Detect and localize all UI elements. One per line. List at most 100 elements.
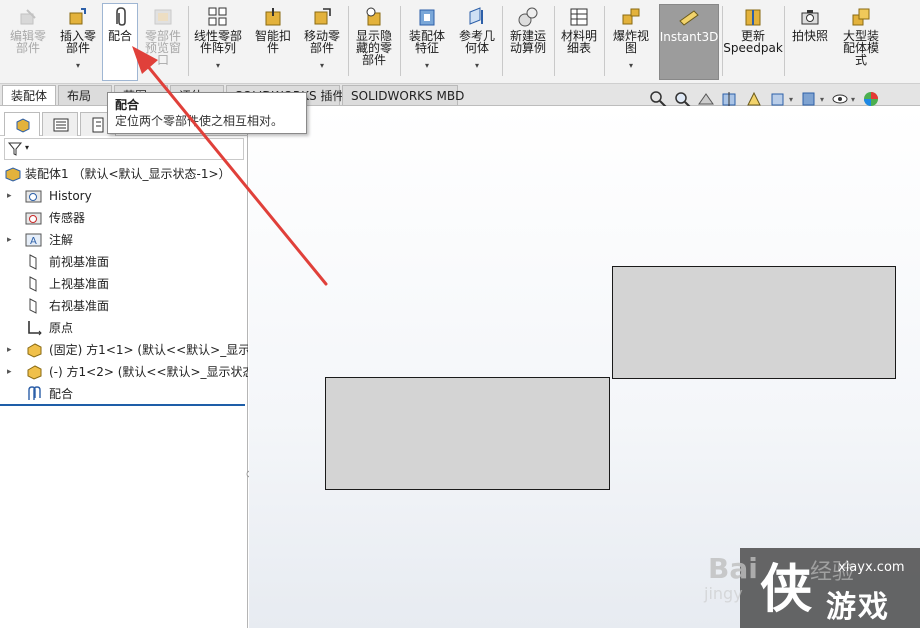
- tab-solidworks-mbd[interactable]: SOLIDWORKS MBD: [342, 85, 464, 105]
- chevron-down-icon[interactable]: ▾: [629, 60, 633, 72]
- move-component-icon: [314, 8, 331, 25]
- motion-study-icon: [518, 7, 538, 27]
- part-block-1[interactable]: [612, 266, 896, 379]
- command-manager-ribbon: 编辑零 部件 插入零 部件 ▾ 配合 零部件 预览窗 口 线性零部 件阵列 ▾ …: [0, 0, 920, 84]
- tree-item-right-plane[interactable]: 右视基准面: [0, 296, 248, 316]
- chevron-down-icon[interactable]: ▾: [475, 60, 479, 72]
- assembly-features-icon: [419, 9, 435, 26]
- show-hidden-icon: [366, 7, 381, 26]
- watermark-baidu-text: Bai: [708, 552, 758, 585]
- watermark-site: xiayx.com: [838, 560, 905, 575]
- propertymanager-icon: [53, 118, 69, 132]
- tree-item-history[interactable]: ▸ History: [0, 186, 248, 206]
- chevron-down-icon[interactable]: ▾: [851, 95, 855, 104]
- tree-item-mates[interactable]: 配合: [0, 384, 248, 404]
- bom-table-icon: [570, 8, 588, 26]
- component-preview-icon: [154, 9, 172, 25]
- instant3d-button[interactable]: Instant3D: [659, 4, 719, 80]
- filter-icon: [7, 142, 23, 156]
- feature-manager-panel: ▾ 装配体1 （默认<默认_显示状态-1>） ▸ History 传感器 ▸ A…: [0, 106, 254, 628]
- insert-components-icon: [69, 8, 86, 25]
- edit-component-icon: [20, 9, 36, 25]
- mate-button[interactable]: 配合: [102, 3, 138, 81]
- exploded-view-icon: [622, 8, 640, 25]
- assembly-icon: [5, 167, 21, 182]
- expand-arrow-icon[interactable]: ▸: [7, 340, 12, 360]
- insert-components-button[interactable]: 插入零 部件 ▾: [54, 4, 102, 80]
- chevron-down-icon[interactable]: ▾: [425, 60, 429, 72]
- tree-item-origin[interactable]: 原点: [0, 318, 248, 338]
- part-icon: [27, 343, 42, 358]
- exploded-view-button[interactable]: 爆炸视 图 ▾: [606, 4, 656, 80]
- ribbon-separator: [400, 6, 401, 76]
- history-folder-icon: [25, 190, 42, 203]
- svg-text:A: A: [30, 236, 37, 247]
- tree-end-rollback-bar[interactable]: [0, 404, 245, 406]
- update-speedpak-button[interactable]: 更新 Speedpak: [723, 4, 783, 80]
- tab-propertymanager[interactable]: [42, 112, 78, 136]
- ribbon-separator: [188, 6, 189, 76]
- feature-filter[interactable]: ▾: [4, 138, 244, 160]
- plane-icon: [29, 254, 37, 270]
- chevron-down-icon[interactable]: ▾: [320, 60, 324, 72]
- expand-arrow-icon[interactable]: ▸: [7, 186, 12, 206]
- mate-paperclip-icon: [116, 7, 126, 26]
- tree-item-annotations[interactable]: ▸ A 注解: [0, 230, 248, 250]
- ribbon-separator: [784, 6, 785, 76]
- watermark-logo: 侠: [760, 560, 813, 620]
- chevron-down-icon[interactable]: ▾: [25, 143, 29, 152]
- chevron-down-icon[interactable]: ▾: [76, 60, 80, 72]
- reference-geometry-icon: [469, 7, 483, 25]
- mates-folder-icon: [28, 386, 41, 400]
- component-preview-button[interactable]: 零部件 预览窗 口: [140, 4, 186, 80]
- chevron-down-icon[interactable]: ▾: [789, 95, 793, 104]
- mate-tooltip: 配合 定位两个零部件使之相互相对。: [107, 92, 307, 134]
- plane-icon: [29, 276, 37, 292]
- large-assembly-mode-button[interactable]: 大型装 配体模 式: [836, 4, 886, 80]
- annotation-icon: A: [25, 233, 42, 247]
- ribbon-separator: [348, 6, 349, 76]
- chevron-down-icon[interactable]: ▾: [216, 60, 220, 72]
- tab-featuremanager[interactable]: [4, 112, 40, 136]
- watermark-jingyan-url: jingy: [704, 584, 743, 603]
- tooltip-title: 配合: [115, 98, 140, 112]
- featuremanager-icon: [16, 118, 30, 133]
- tree-item-part-fixed[interactable]: ▸ (固定) 方1<1> (默认<<默认>_显示状: [0, 340, 248, 360]
- bill-of-materials-button[interactable]: 材料明 细表: [556, 4, 602, 80]
- chevron-down-icon[interactable]: ▾: [820, 95, 824, 104]
- new-motion-study-button[interactable]: 新建运 动算例: [504, 4, 552, 80]
- watermark: Bai jingy 经验 侠 xiayx.com 游戏: [704, 548, 920, 628]
- camera-icon: [801, 10, 819, 25]
- smart-fasteners-icon: [265, 8, 281, 26]
- show-hidden-components-button[interactable]: 显示隐 藏的零 部件: [350, 4, 398, 80]
- smart-fasteners-button[interactable]: 智能扣 件: [250, 4, 296, 80]
- expand-arrow-icon[interactable]: ▸: [7, 230, 12, 250]
- plane-icon: [29, 298, 37, 314]
- part-icon: [27, 365, 42, 380]
- tree-root-assembly[interactable]: 装配体1 （默认<默认_显示状态-1>）: [0, 164, 248, 184]
- reference-geometry-button[interactable]: 参考几 何体 ▾: [454, 4, 500, 80]
- tree-item-sensors[interactable]: 传感器: [0, 208, 248, 228]
- tree-item-front-plane[interactable]: 前视基准面: [0, 252, 248, 272]
- assembly-features-button[interactable]: 装配体 特征 ▾: [402, 4, 452, 80]
- linear-pattern-button[interactable]: 线性零部 件阵列 ▾: [190, 4, 246, 80]
- watermark-brand: 游戏: [826, 590, 890, 625]
- edit-component-button[interactable]: 编辑零 部件: [4, 4, 52, 80]
- large-assembly-icon: [852, 8, 870, 26]
- tree-item-part-floating[interactable]: ▸ (-) 方1<2> (默认<<默认>_显示状态: [0, 362, 248, 382]
- speedpak-icon: [745, 9, 761, 26]
- tooltip-description: 定位两个零部件使之相互相对。: [115, 114, 284, 128]
- configurationmanager-icon: [92, 117, 104, 133]
- instant3d-ruler-icon: [679, 10, 699, 26]
- part-block-2[interactable]: [325, 377, 610, 490]
- tab-assembly[interactable]: 装配体: [2, 85, 56, 105]
- take-snapshot-button[interactable]: 拍快照: [786, 4, 834, 80]
- move-component-button[interactable]: 移动零 部件 ▾: [298, 4, 346, 80]
- tab-layout[interactable]: 布局: [58, 85, 112, 105]
- ribbon-separator: [604, 6, 605, 76]
- linear-pattern-icon: [208, 7, 227, 26]
- sensor-icon: [25, 212, 42, 225]
- expand-arrow-icon[interactable]: ▸: [7, 362, 12, 382]
- origin-icon: [28, 321, 42, 336]
- tree-item-top-plane[interactable]: 上视基准面: [0, 274, 248, 294]
